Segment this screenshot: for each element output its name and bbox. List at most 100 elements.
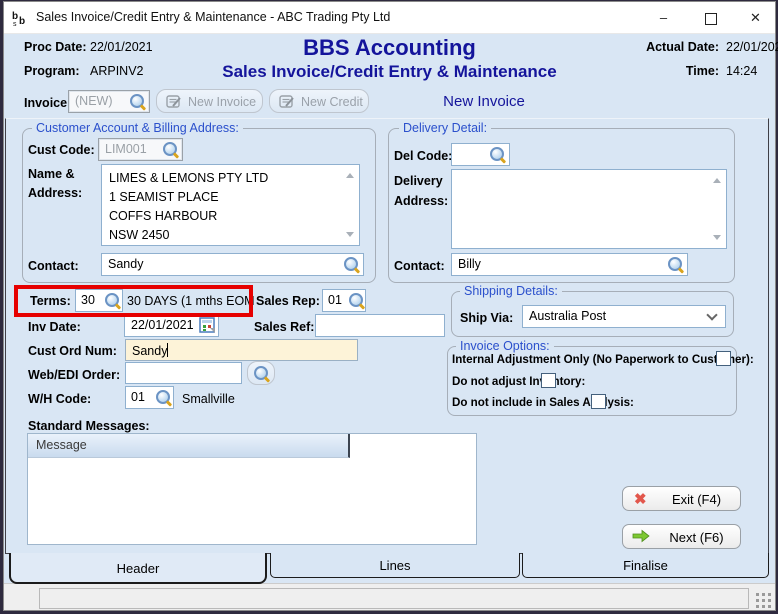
inv-date-field[interactable]: 22/01/2021 — [124, 314, 219, 337]
cust-ord-num-field[interactable]: Sandy — [125, 339, 358, 361]
sales-rep-label: Sales Rep: — [256, 294, 320, 308]
billing-address-line: COFFS HARBOUR — [109, 207, 339, 226]
next-button-label: Next (F6) — [653, 530, 740, 545]
delivery-address-textarea[interactable] — [451, 169, 727, 249]
ship-via-value: Australia Post — [529, 309, 606, 323]
option-internal-adjustment-label: Internal Adjustment Only (No Paperwork t… — [452, 353, 754, 366]
title-bar: b b s Sales Invoice/Credit Entry & Maint… — [4, 2, 775, 34]
option-no-inventory-checkbox[interactable] — [541, 373, 556, 388]
window-title: Sales Invoice/Credit Entry & Maintenance… — [36, 10, 390, 24]
search-icon[interactable] — [667, 256, 684, 273]
resize-grip[interactable] — [756, 593, 759, 596]
maximize-icon — [705, 13, 717, 25]
close-button[interactable]: ✕ — [733, 2, 778, 33]
ship-via-dropdown[interactable]: Australia Post — [522, 305, 726, 328]
option-no-sales-analysis-checkbox[interactable] — [591, 394, 606, 409]
wh-name: Smallville — [182, 392, 235, 406]
cust-code-value: LIM001 — [105, 142, 147, 156]
shipping-group-title: Shipping Details: — [460, 284, 562, 298]
new-credit-icon — [279, 94, 295, 112]
scroll-down-icon[interactable] — [346, 232, 354, 237]
time-label: Time: — [599, 64, 719, 78]
terms-description: 30 DAYS (1 mths EOM — [127, 294, 255, 308]
tab-header[interactable]: Header — [9, 553, 267, 584]
status-bar — [4, 583, 775, 610]
invoice-number-field[interactable]: (NEW) — [68, 90, 150, 113]
scroll-up-icon[interactable] — [713, 178, 721, 183]
customer-contact-field[interactable]: Sandy — [101, 253, 364, 276]
search-icon[interactable] — [162, 141, 179, 158]
svg-text:b: b — [19, 16, 25, 27]
search-icon[interactable] — [348, 292, 365, 309]
tab-finalise[interactable]: Finalise — [522, 553, 769, 578]
search-icon[interactable] — [129, 93, 146, 110]
new-invoice-button[interactable]: New Invoice — [156, 89, 263, 113]
exit-x-icon: ✖ — [634, 490, 647, 508]
tab-lines[interactable]: Lines — [270, 553, 520, 578]
wh-code-label: W/H Code: — [28, 392, 91, 406]
billing-address-textarea[interactable]: LIMES & LEMONS PTY LTD 1 SEAMIST PLACE C… — [101, 164, 360, 246]
sales-ref-field[interactable] — [315, 314, 445, 337]
terms-label: Terms: — [30, 294, 71, 308]
search-icon[interactable] — [489, 146, 506, 163]
search-icon — [253, 365, 270, 382]
customer-group-title: Customer Account & Billing Address: — [32, 121, 243, 135]
invoice-number-value: (NEW) — [75, 94, 113, 108]
scroll-down-icon[interactable] — [713, 235, 721, 240]
billing-address-line: 1 SEAMIST PLACE — [109, 188, 339, 207]
inv-date-label: Inv Date: — [28, 320, 81, 334]
actual-date-label: Actual Date: — [599, 40, 719, 54]
cust-code-field[interactable]: LIM001 — [98, 138, 183, 161]
del-code-field[interactable] — [451, 143, 510, 166]
search-icon[interactable] — [155, 389, 172, 406]
new-credit-button[interactable]: New Credit — [269, 89, 369, 113]
inv-date-value: 22/01/2021 — [131, 318, 194, 332]
name-address-label-1: Name & — [28, 167, 75, 181]
chevron-down-icon — [706, 309, 717, 320]
tab-lines-label: Lines — [379, 558, 410, 573]
del-code-label: Del Code: — [394, 149, 452, 163]
standard-messages-grid[interactable]: Message — [27, 433, 477, 545]
next-button[interactable]: Next (F6) — [622, 524, 741, 549]
next-arrow-icon — [632, 529, 650, 546]
exit-button[interactable]: ✖ Exit (F4) — [622, 486, 741, 511]
text-cursor — [167, 343, 168, 357]
tab-finalise-label: Finalise — [623, 558, 668, 573]
sales-ref-label: Sales Ref: — [254, 320, 314, 334]
new-invoice-icon — [166, 94, 182, 112]
delivery-address-label-2: Address: — [394, 194, 448, 208]
customer-contact-label: Contact: — [28, 259, 79, 273]
web-edi-lookup-button[interactable] — [247, 361, 275, 385]
message-column-header-label: Message — [36, 438, 87, 452]
time-value: 14:24 — [726, 64, 757, 78]
terms-value: 30 — [81, 293, 95, 307]
wh-code-field[interactable]: 01 — [125, 386, 174, 409]
option-no-inventory-label: Do not adjust Inventory: — [452, 375, 585, 388]
minimize-button[interactable]: – — [641, 2, 686, 33]
search-icon[interactable] — [104, 292, 121, 309]
delivery-address-label-1: Delivery — [394, 174, 443, 188]
name-address-label-2: Address: — [28, 186, 82, 200]
delivery-contact-value: Billy — [458, 257, 481, 271]
calendar-icon[interactable] — [199, 317, 216, 337]
new-invoice-label: New Invoice — [188, 95, 256, 109]
message-column-header[interactable]: Message — [28, 434, 350, 458]
app-icon: b b s — [12, 10, 29, 32]
terms-field[interactable]: 30 — [75, 289, 123, 312]
status-panel — [39, 588, 749, 609]
app-window: b b s Sales Invoice/Credit Entry & Maint… — [3, 1, 776, 611]
cust-code-label: Cust Code: — [28, 143, 95, 157]
exit-button-label: Exit (F4) — [653, 492, 740, 507]
scroll-up-icon[interactable] — [346, 173, 354, 178]
customer-contact-value: Sandy — [108, 257, 143, 271]
invoice-options-title: Invoice Options: — [456, 339, 554, 353]
option-internal-adjustment-checkbox[interactable] — [716, 351, 731, 366]
svg-text:s: s — [13, 21, 17, 27]
web-edi-order-field[interactable] — [125, 362, 242, 384]
sales-rep-field[interactable]: 01 — [322, 289, 366, 312]
search-icon[interactable] — [343, 256, 360, 273]
delivery-contact-field[interactable]: Billy — [451, 253, 688, 276]
maximize-button[interactable] — [688, 2, 733, 33]
billing-address-line: LIMES & LEMONS PTY LTD — [109, 169, 339, 188]
option-no-sales-analysis-label: Do not include in Sales Analysis: — [452, 396, 634, 409]
